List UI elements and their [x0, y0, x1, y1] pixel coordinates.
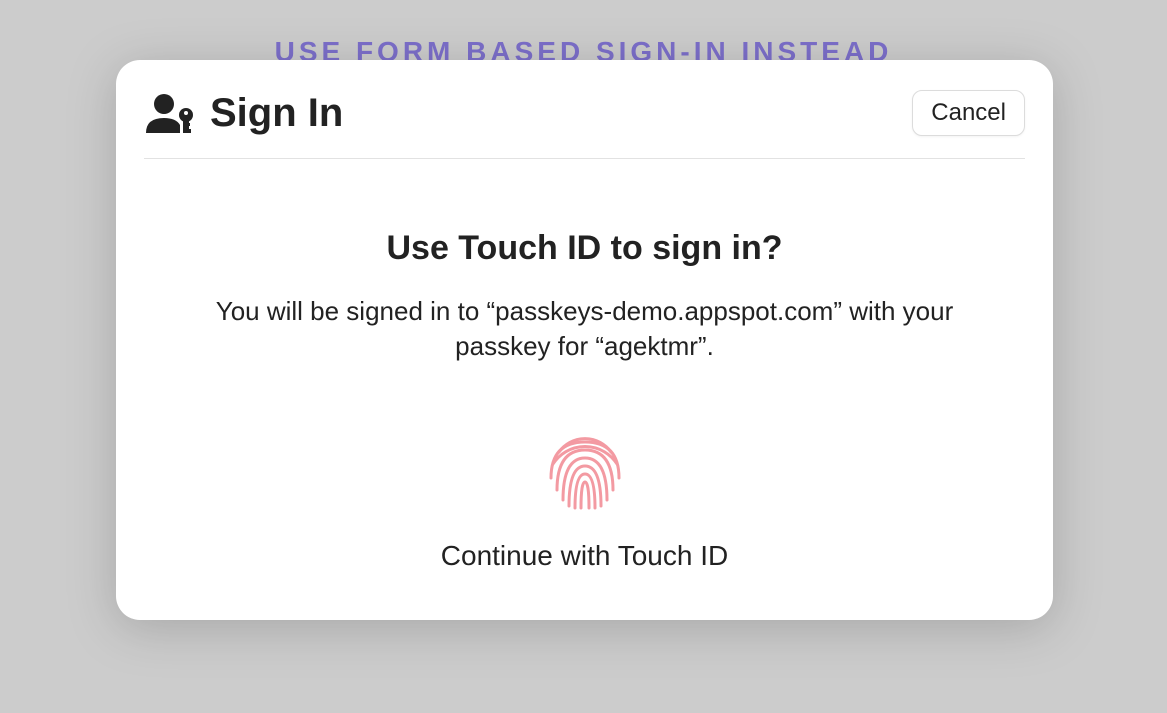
- touchid-heading: Use Touch ID to sign in?: [196, 229, 973, 268]
- signin-dialog: Sign In Cancel Use Touch ID to sign in? …: [116, 60, 1053, 620]
- fingerprint-icon[interactable]: [196, 420, 973, 512]
- touchid-description: You will be signed in to “passkeys-demo.…: [215, 294, 955, 364]
- dialog-header: Sign In Cancel: [116, 60, 1053, 158]
- continue-touchid-label: Continue with Touch ID: [196, 540, 973, 572]
- dialog-body: Use Touch ID to sign in? You will be sig…: [116, 159, 1053, 572]
- dialog-title: Sign In: [210, 91, 343, 136]
- dialog-title-group: Sign In: [144, 91, 343, 136]
- cancel-button[interactable]: Cancel: [912, 90, 1025, 136]
- passkey-icon: [144, 91, 198, 135]
